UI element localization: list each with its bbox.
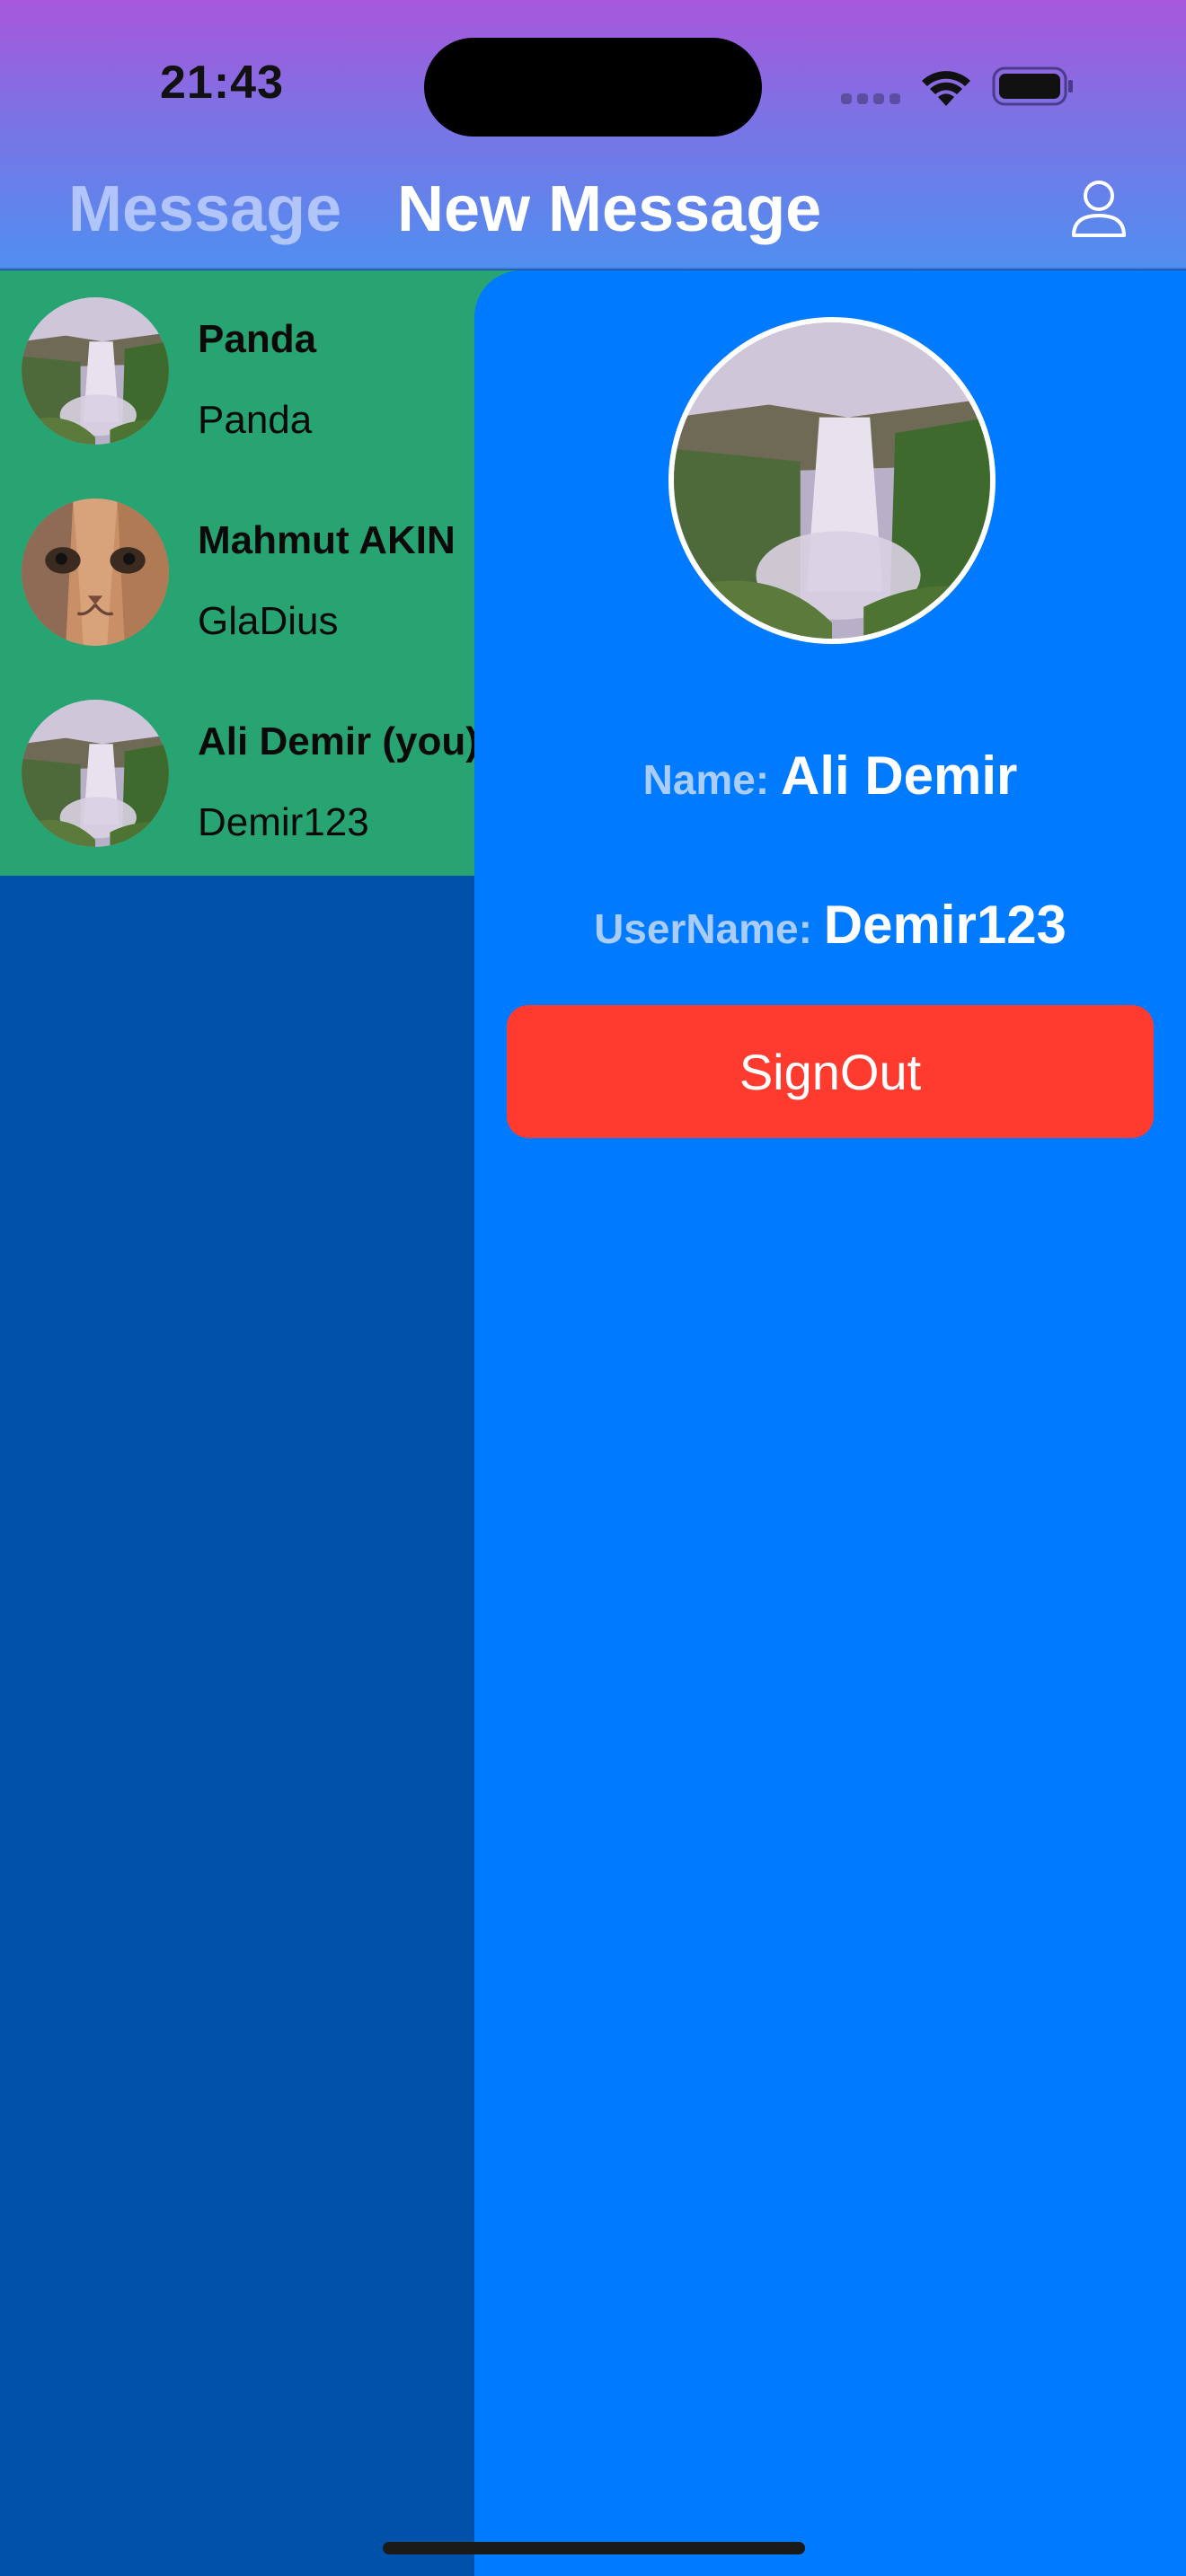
profile-name-label: Name: <box>642 756 781 803</box>
contact-row[interactable]: Mahmut AKIN GlaDius <box>0 472 539 673</box>
contact-name: Mahmut AKIN <box>198 518 456 562</box>
contact-avatar <box>22 700 169 847</box>
profile-username-value: Demir123 <box>823 895 1067 955</box>
cellular-signal-icon <box>841 93 900 104</box>
dynamic-island <box>424 38 762 137</box>
contact-username: Demir123 <box>198 800 369 844</box>
home-indicator[interactable] <box>383 2542 805 2554</box>
signout-button[interactable]: SignOut <box>507 1005 1154 1138</box>
profile-button[interactable] <box>1069 178 1128 241</box>
contact-username: GlaDius <box>198 599 339 643</box>
status-bar-time: 21:43 <box>160 57 284 109</box>
profile-username-label: UserName: <box>594 905 824 952</box>
contact-name: Panda <box>198 317 317 361</box>
contact-username: Panda <box>198 398 313 442</box>
profile-avatar <box>668 317 996 644</box>
tab-new-message[interactable]: New Message <box>397 172 821 246</box>
contact-avatar <box>22 498 169 646</box>
contact-row[interactable]: Panda Panda <box>0 270 539 472</box>
profile-panel: Name: Ali Demir UserName: Demir123 SignO… <box>474 270 1186 2576</box>
profile-username-row: UserName: Demir123 <box>474 894 1186 956</box>
tab-message[interactable]: Message <box>68 172 341 246</box>
wifi-icon <box>922 71 970 106</box>
contact-avatar <box>22 297 169 445</box>
person-icon <box>1072 181 1126 237</box>
battery-icon <box>992 66 1073 106</box>
contact-row[interactable]: Ali Demir (you) Demir123 <box>0 673 539 874</box>
navigation-header: 21:43 Message New Message <box>0 0 1186 269</box>
contact-list: Panda Panda Mahmut AKIN GlaDius Ali Demi… <box>0 270 539 876</box>
profile-name-value: Ali Demir <box>780 745 1018 806</box>
profile-name-row: Name: Ali Demir <box>474 745 1186 807</box>
contact-name: Ali Demir (you) <box>198 719 479 763</box>
